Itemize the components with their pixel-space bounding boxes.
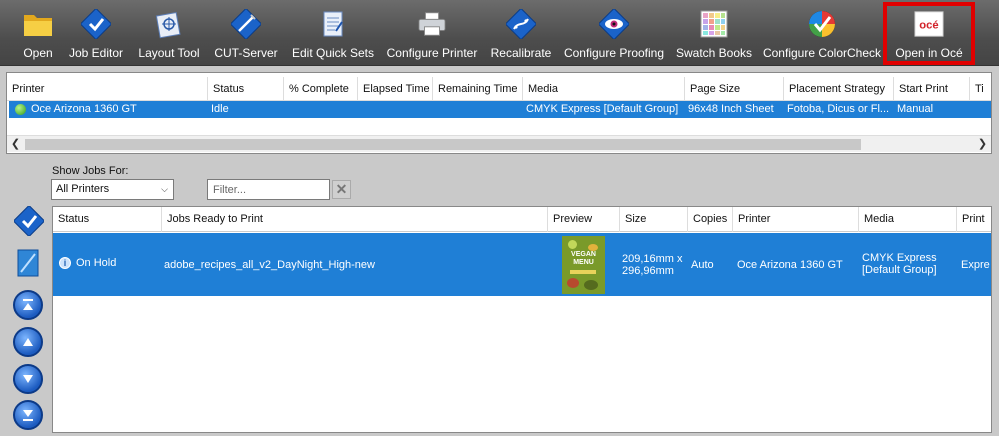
- col-job-printer[interactable]: Printer: [733, 207, 859, 232]
- col-start-print[interactable]: Start Print: [894, 77, 970, 101]
- job-editor-button[interactable]: Job Editor: [66, 0, 126, 66]
- printer-filter-select[interactable]: All Printers ⌵: [51, 179, 174, 200]
- printer-start-print: Manual: [897, 103, 934, 115]
- col-size[interactable]: Size: [620, 207, 688, 232]
- configure-proofing-button[interactable]: Configure Proofing: [564, 0, 664, 66]
- job-editor-icon: [81, 9, 111, 39]
- col-elapsed-time[interactable]: Elapsed Time: [358, 77, 433, 101]
- col-status[interactable]: Status: [208, 77, 284, 101]
- swatch-grid-icon: [699, 9, 729, 39]
- chevron-down-icon: ⌵: [161, 184, 168, 194]
- col-jobs-ready[interactable]: Jobs Ready to Print: [162, 207, 548, 232]
- edit-notes-icon[interactable]: [13, 247, 45, 279]
- printer-table: Printer Status % Complete Elapsed Time R…: [6, 72, 992, 154]
- job-name: adobe_recipes_all_v2_DayNight_High-new: [164, 259, 375, 271]
- job-preview-thumbnail[interactable]: VEGAN MENU: [562, 236, 605, 294]
- col-media[interactable]: Media: [523, 77, 685, 101]
- col-job-media[interactable]: Media: [859, 207, 957, 232]
- edit-quick-sets-button[interactable]: Edit Quick Sets: [292, 0, 374, 66]
- printer-icon: [417, 9, 447, 39]
- move-up-icon[interactable]: [13, 327, 43, 357]
- filter-input[interactable]: [207, 179, 330, 200]
- job-printer: Oce Arizona 1360 GT: [737, 259, 843, 271]
- configure-colorcheck-button[interactable]: Configure ColorCheck: [763, 0, 881, 66]
- printer-filter-value: All Printers: [56, 183, 110, 195]
- printer-media: CMYK Express [Default Group]: [526, 103, 679, 115]
- move-down-icon[interactable]: [13, 364, 43, 394]
- job-row[interactable]: i On Hold adobe_recipes_all_v2_DayNight_H…: [53, 233, 991, 296]
- open-button[interactable]: Open: [14, 0, 62, 66]
- col-printer[interactable]: Printer: [7, 77, 208, 101]
- col-copies[interactable]: Copies: [688, 207, 733, 232]
- highlight-box: [883, 2, 975, 65]
- printer-status: Idle: [211, 103, 229, 115]
- jobs-table: Status Jobs Ready to Print Preview Size …: [52, 206, 992, 433]
- job-print: Expre: [961, 259, 990, 271]
- clear-filter-icon[interactable]: ✕: [332, 180, 351, 199]
- proofing-eye-icon: [599, 9, 629, 39]
- scroll-thumb[interactable]: [25, 139, 861, 150]
- printer-placement: Fotoba, Dicus or Fl...: [787, 103, 890, 115]
- col-print[interactable]: Print: [957, 207, 991, 232]
- job-status: i On Hold: [59, 257, 159, 270]
- status-online-icon: [15, 104, 26, 115]
- col-placement-strategy[interactable]: Placement Strategy: [784, 77, 894, 101]
- main-toolbar: Open Job Editor Layout Tool CUT-Server E…: [0, 0, 999, 66]
- printer-row[interactable]: Oce Arizona 1360 GT Idle CMYK Express [D…: [9, 101, 991, 118]
- job-size: 209,16mm x 296,96mm: [622, 253, 683, 277]
- job-status-text: On Hold: [76, 257, 117, 269]
- printer-table-header: Printer Status % Complete Elapsed Time R…: [7, 77, 991, 101]
- scroll-right-icon[interactable]: ❯: [974, 136, 991, 153]
- folder-icon: [23, 9, 53, 39]
- horizontal-scrollbar[interactable]: ❮ ❯: [7, 135, 991, 152]
- col-page-size[interactable]: Page Size: [685, 77, 784, 101]
- info-icon: i: [59, 257, 71, 270]
- col-time[interactable]: Ti: [970, 77, 991, 101]
- col-remaining-time[interactable]: Remaining Time: [433, 77, 523, 101]
- move-to-top-icon[interactable]: [13, 290, 43, 320]
- move-to-bottom-icon[interactable]: [13, 400, 43, 430]
- layout-tool-button[interactable]: Layout Tool: [134, 0, 204, 66]
- swatch-books-button[interactable]: Swatch Books: [676, 0, 752, 66]
- recalibrate-icon: [506, 9, 536, 39]
- colorcheck-wheel-icon: [807, 9, 837, 39]
- printer-name: Oce Arizona 1360 GT: [31, 103, 137, 115]
- col-job-status[interactable]: Status: [53, 207, 162, 232]
- printer-page-size: 96x48 Inch Sheet: [688, 103, 774, 115]
- job-copies: Auto: [691, 259, 714, 271]
- recalibrate-button[interactable]: Recalibrate: [488, 0, 554, 66]
- job-media: CMYK Express [Default Group]: [862, 252, 937, 276]
- jobs-table-header: Status Jobs Ready to Print Preview Size …: [53, 207, 991, 232]
- scroll-left-icon[interactable]: ❮: [7, 136, 24, 153]
- show-jobs-label: Show Jobs For:: [52, 165, 129, 177]
- job-editor-side-icon[interactable]: [13, 205, 45, 237]
- preview-title: VEGAN MENU: [571, 251, 596, 266]
- col-preview[interactable]: Preview: [548, 207, 620, 232]
- cut-server-icon: [231, 9, 261, 39]
- configure-printer-button[interactable]: Configure Printer: [386, 0, 478, 66]
- quick-sets-icon: [318, 9, 348, 39]
- layout-tool-icon: [154, 9, 184, 39]
- col-percent-complete[interactable]: % Complete: [284, 77, 358, 101]
- cut-server-button[interactable]: CUT-Server: [212, 0, 280, 66]
